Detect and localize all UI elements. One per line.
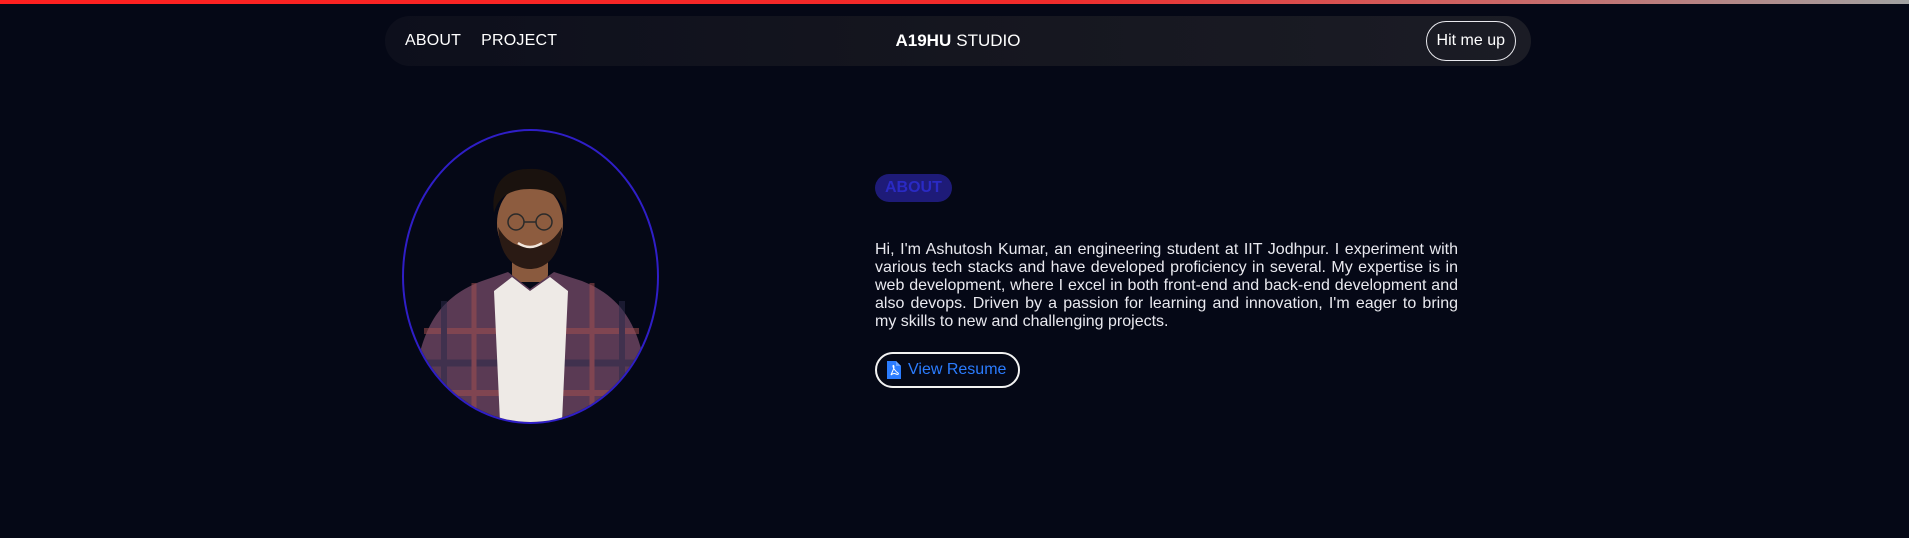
brand-suffix: STUDIO bbox=[956, 31, 1021, 50]
brand-name: A19HU bbox=[895, 31, 952, 50]
navbar: ABOUT PROJECT A19HU STUDIO Hit me up bbox=[385, 16, 1531, 66]
nav-link-about[interactable]: ABOUT bbox=[405, 32, 461, 50]
nav-links: ABOUT PROJECT bbox=[405, 16, 557, 66]
view-resume-button[interactable]: View Resume bbox=[875, 352, 1021, 388]
profile-photo bbox=[412, 168, 650, 422]
about-description: Hi, I'm Ashutosh Kumar, an engineering s… bbox=[875, 241, 1458, 330]
view-resume-label: View Resume bbox=[908, 361, 1007, 378]
pdf-file-icon bbox=[887, 361, 901, 379]
nav-link-project[interactable]: PROJECT bbox=[481, 32, 557, 50]
profile-avatar bbox=[402, 129, 659, 424]
about-badge: ABOUT bbox=[875, 174, 952, 202]
top-progress-bar bbox=[0, 0, 1909, 4]
hit-me-up-button[interactable]: Hit me up bbox=[1425, 21, 1516, 61]
